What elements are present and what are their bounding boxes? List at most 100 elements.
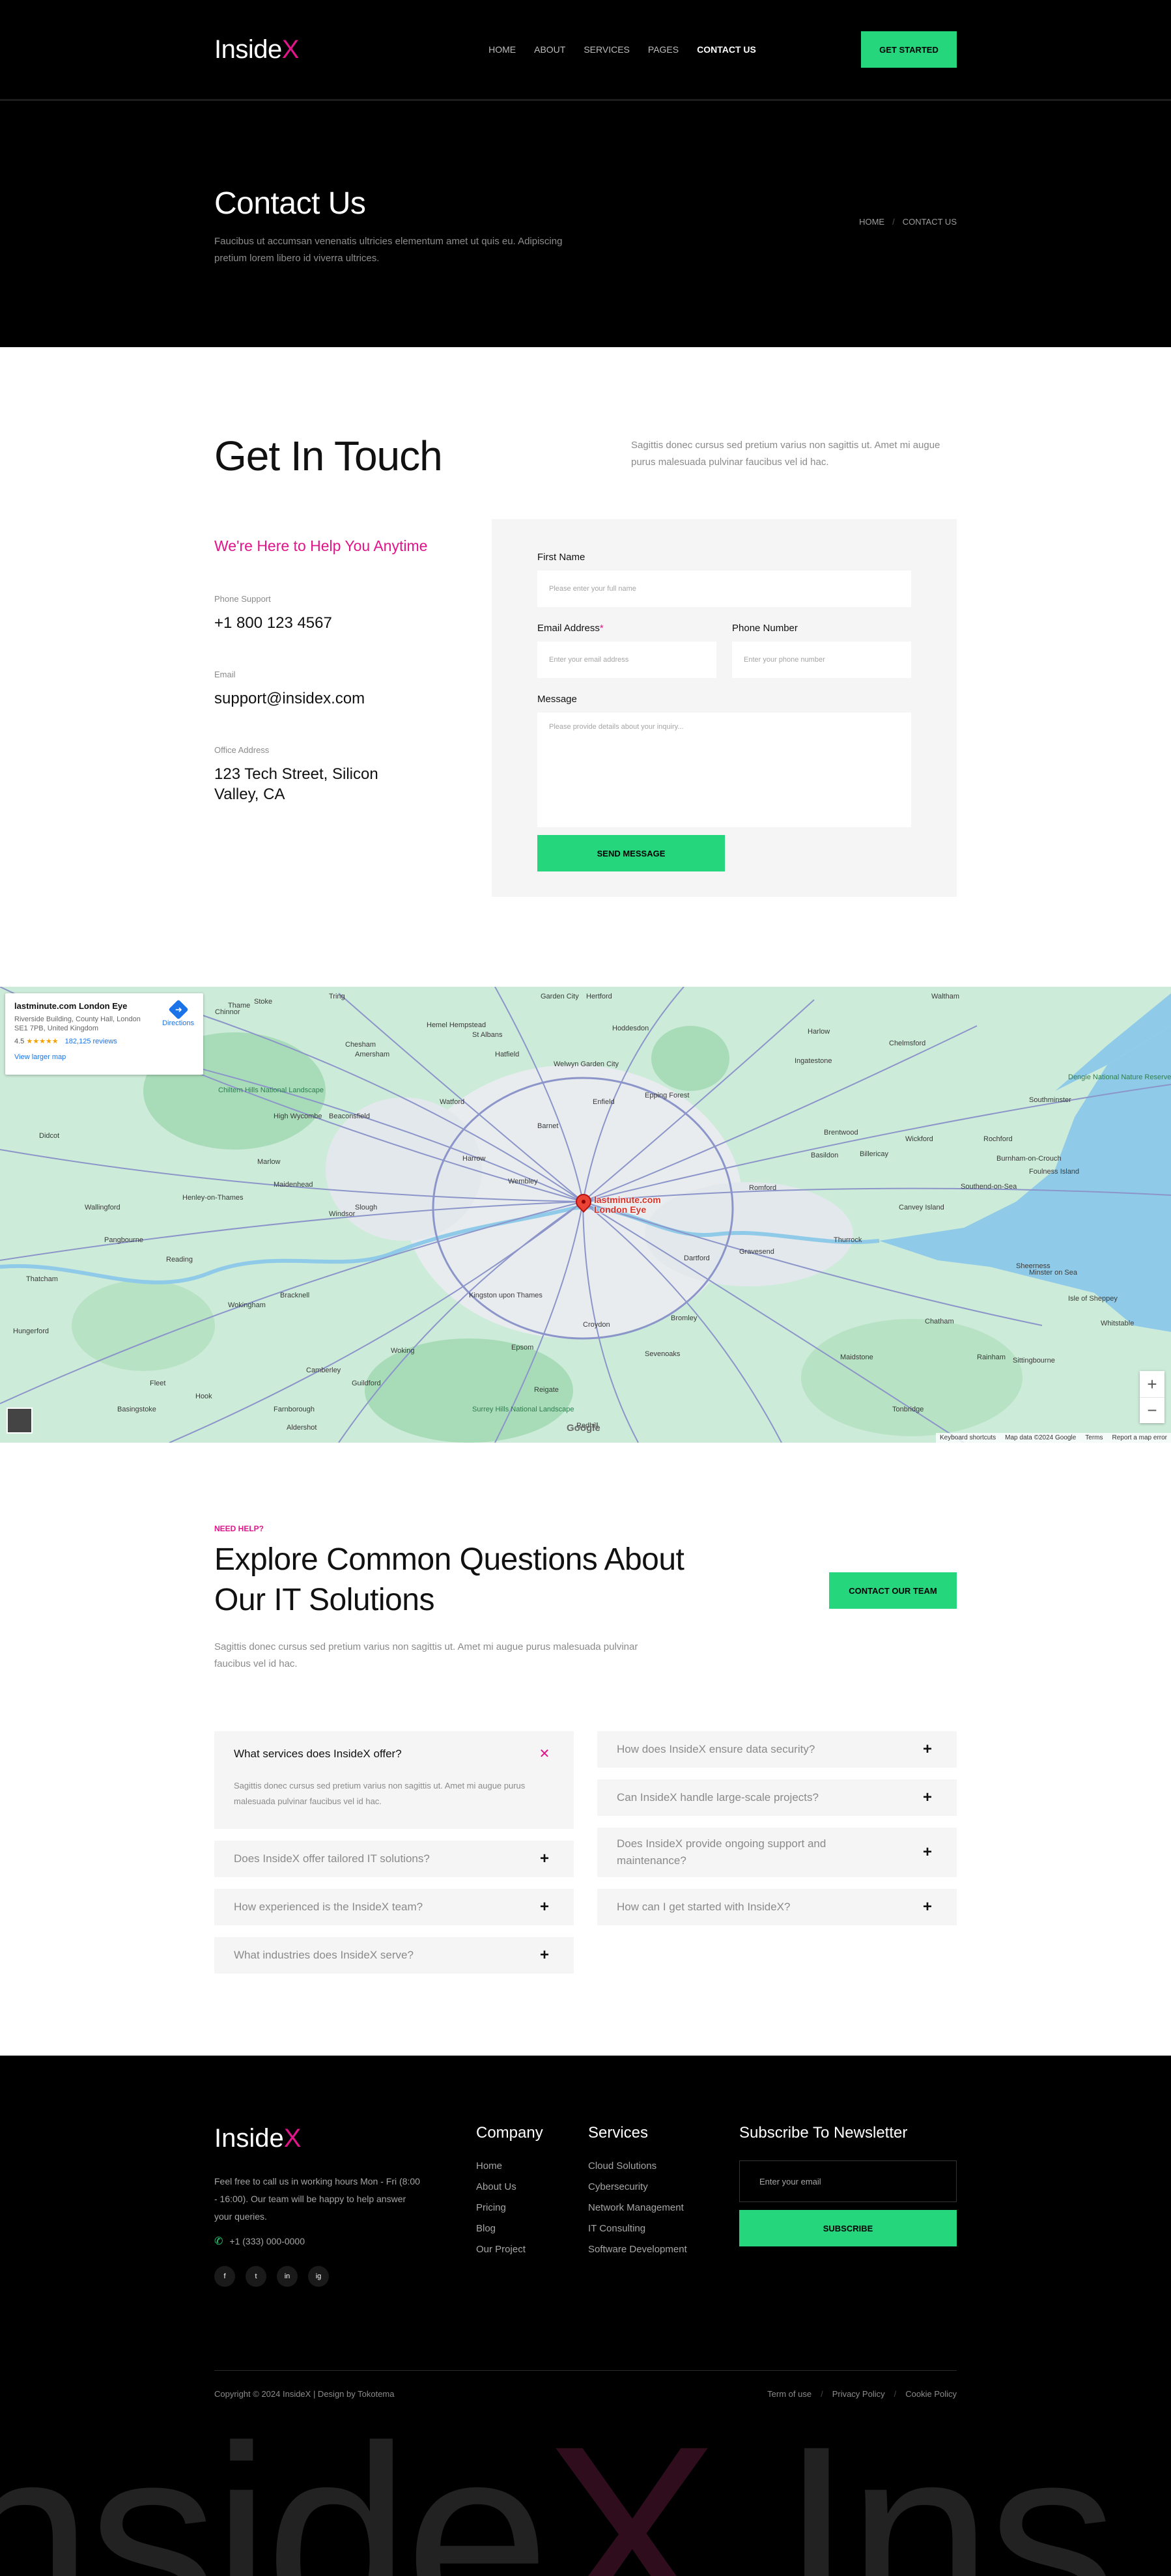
newsletter-title: Subscribe To Newsletter xyxy=(739,2124,908,2142)
footer-company: Company Home About Us Pricing Blog Our P… xyxy=(476,2124,588,2287)
privacy-policy-link[interactable]: Privacy Policy xyxy=(832,2389,885,2399)
map-place-label: Dartford xyxy=(684,1254,710,1262)
map-place-label: Southminster xyxy=(1029,1096,1071,1104)
google-logo: Google xyxy=(567,1422,600,1434)
nav-contact[interactable]: CONTACT US xyxy=(697,44,756,55)
map-place-label: Epsom xyxy=(511,1344,533,1352)
footer-phone[interactable]: ✆ +1 (333) 000-0000 xyxy=(214,2235,476,2248)
map-place-label: Kingston upon Thames xyxy=(469,1292,543,1299)
faq-item[interactable]: What industries does InsideX serve? + xyxy=(214,1937,574,1974)
nav-pages[interactable]: PAGES xyxy=(648,44,679,55)
close-icon[interactable]: ✕ xyxy=(535,1746,554,1762)
newsletter-email-input[interactable]: Enter your email xyxy=(739,2160,957,2202)
cookie-policy-link[interactable]: Cookie Policy xyxy=(905,2389,957,2399)
map-place-label: Tring xyxy=(329,993,345,1000)
email-input[interactable]: Enter your email address xyxy=(537,642,716,678)
plus-icon[interactable]: + xyxy=(918,1899,937,1916)
footer-link-blog[interactable]: Blog xyxy=(476,2223,588,2234)
footer-link-consulting[interactable]: IT Consulting xyxy=(588,2223,739,2234)
plus-icon[interactable]: + xyxy=(535,1850,554,1867)
page-hero: Contact Us Faucibus ut accumsan venenati… xyxy=(0,101,1171,347)
footer-newsletter: Subscribe To Newsletter Enter your email… xyxy=(739,2124,957,2287)
zoom-in-button[interactable]: + xyxy=(1140,1371,1164,1397)
message-textarea[interactable]: Please provide details about your inquir… xyxy=(537,713,911,827)
footer-link-about[interactable]: About Us xyxy=(476,2181,588,2192)
view-larger-map-link[interactable]: View larger map xyxy=(14,1053,194,1061)
plus-icon[interactable]: + xyxy=(535,1947,554,1964)
map-place-label: Rainham xyxy=(977,1353,1006,1361)
linkedin-icon[interactable]: in xyxy=(277,2266,298,2287)
first-name-input[interactable]: Please enter your full name xyxy=(537,571,911,607)
phone-value[interactable]: +1 800 123 4567 xyxy=(214,613,475,633)
map-place-label: Sevenoaks xyxy=(645,1350,681,1358)
phone-icon: ✆ xyxy=(214,2236,223,2247)
breadcrumb-home[interactable]: HOME xyxy=(859,217,884,267)
map-embed[interactable]: Stoke Tring Garden City Hertford Waltham Harl… xyxy=(0,987,1171,1443)
plus-icon[interactable]: + xyxy=(918,1844,937,1861)
get-started-button[interactable]: GET STARTED xyxy=(861,31,957,68)
message-label: Message xyxy=(537,694,577,705)
map-place-label: Brentwood xyxy=(824,1129,858,1137)
plus-icon[interactable]: + xyxy=(918,1789,937,1806)
reviews-link[interactable]: 182,125 reviews xyxy=(65,1038,117,1045)
faq-item[interactable]: Does InsideX offer tailored IT solutions… xyxy=(214,1841,574,1877)
directions-icon: ➜ xyxy=(167,999,189,1020)
instagram-icon[interactable]: ig xyxy=(308,2266,329,2287)
place-card: lastminute.com London Eye Riverside Buil… xyxy=(5,993,203,1075)
plus-icon[interactable]: + xyxy=(535,1899,554,1916)
footer-link-pricing[interactable]: Pricing xyxy=(476,2202,588,2213)
map-data-text: Map data ©2024 Google xyxy=(1005,1434,1077,1441)
faq-item[interactable]: What services does InsideX offer? ✕ Sagit… xyxy=(214,1731,574,1829)
nav-services[interactable]: SERVICES xyxy=(584,44,630,55)
map-place-label: Enfield xyxy=(593,1098,615,1106)
faq-item[interactable]: How can I get started with InsideX? + xyxy=(597,1889,957,1925)
map-place-label: Chiltern Hills National Landscape xyxy=(218,1086,324,1094)
twitter-icon[interactable]: t xyxy=(246,2266,266,2287)
faq-item[interactable]: How does InsideX ensure data security? + xyxy=(597,1731,957,1768)
send-message-button[interactable]: SEND MESSAGE xyxy=(537,835,725,871)
map-place-label: Burnham-on-Crouch xyxy=(996,1155,1062,1163)
street-view-icon[interactable] xyxy=(7,1408,33,1434)
map-place-label: Bromley xyxy=(671,1314,698,1322)
map-place-label: Welwyn Garden City xyxy=(554,1060,619,1068)
footer-watermark: nsideX Ins xyxy=(0,2392,1118,2576)
email-value[interactable]: support@insidex.com xyxy=(214,688,475,709)
plus-icon[interactable]: + xyxy=(918,1741,937,1758)
terms-of-use-link[interactable]: Term of use xyxy=(767,2389,811,2399)
map-place-label: Epping Forest xyxy=(645,1092,689,1099)
map-place-label: Tonbridge xyxy=(892,1406,924,1413)
faq-item[interactable]: Can InsideX handle large-scale projects?… xyxy=(597,1779,957,1816)
place-rating: 4.5 ★★★★★ 182,125 reviews xyxy=(14,1038,117,1045)
faq-item[interactable]: Does InsideX provide ongoing support and… xyxy=(597,1828,957,1877)
contact-team-button[interactable]: CONTACT OUR TEAM xyxy=(829,1572,957,1609)
report-error-link[interactable]: Report a map error xyxy=(1112,1434,1167,1441)
faq-item[interactable]: How experienced is the InsideX team? + xyxy=(214,1889,574,1925)
map-place-label: Watford xyxy=(440,1098,464,1106)
phone-input[interactable]: Enter your phone number xyxy=(732,642,911,678)
map-attribution: Keyboard shortcuts Map data ©2024 Google… xyxy=(935,1433,1171,1443)
address-label: Office Address xyxy=(214,745,270,755)
nav-home[interactable]: HOME xyxy=(488,44,516,55)
footer-logo[interactable]: InsideX xyxy=(214,2124,476,2153)
first-name-label: First Name xyxy=(537,552,586,563)
keyboard-shortcuts-link[interactable]: Keyboard shortcuts xyxy=(940,1434,996,1441)
faq-title: Explore Common Questions About Our IT So… xyxy=(214,1542,684,1617)
facebook-icon[interactable]: f xyxy=(214,2266,235,2287)
map-place-label: Amersham xyxy=(355,1051,389,1058)
zoom-out-button[interactable]: − xyxy=(1140,1397,1164,1423)
footer-link-home[interactable]: Home xyxy=(476,2160,588,2172)
logo[interactable]: InsideX xyxy=(214,35,299,64)
footer-bottom: Copyright © 2024 InsideX | Design by Tok… xyxy=(214,2370,957,2399)
directions-button[interactable]: ➜ Directions xyxy=(162,999,194,1027)
footer-link-cybersecurity[interactable]: Cybersecurity xyxy=(588,2181,739,2192)
map-place-label: Harlow xyxy=(808,1028,830,1036)
footer-link-network[interactable]: Network Management xyxy=(588,2202,739,2213)
footer-link-project[interactable]: Our Project xyxy=(476,2244,588,2255)
footer-link-software[interactable]: Software Development xyxy=(588,2244,739,2255)
map-place-label: Southend-on-Sea xyxy=(961,1183,1017,1191)
nav-about[interactable]: ABOUT xyxy=(534,44,565,55)
subscribe-button[interactable]: SUBSCRIBE xyxy=(739,2210,957,2246)
map-place-label: Reigate xyxy=(534,1386,559,1394)
terms-link[interactable]: Terms xyxy=(1085,1434,1103,1441)
footer-link-cloud[interactable]: Cloud Solutions xyxy=(588,2160,739,2172)
